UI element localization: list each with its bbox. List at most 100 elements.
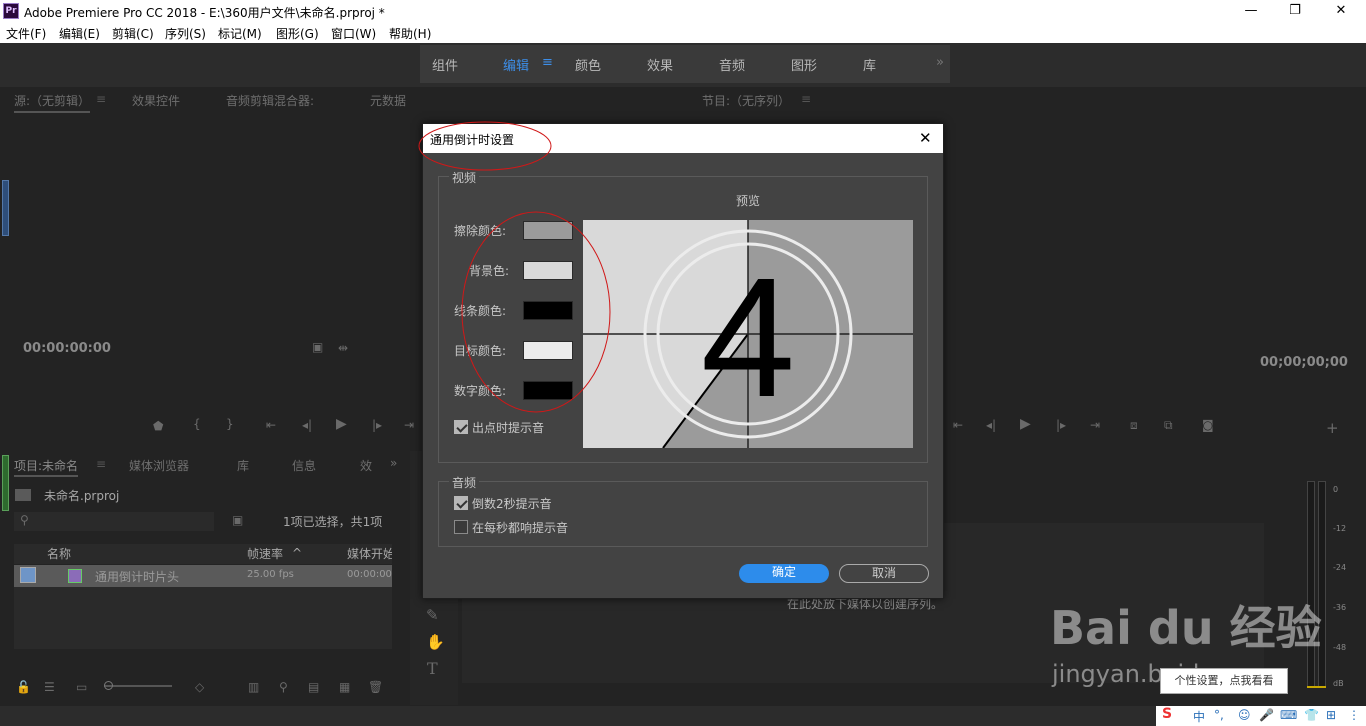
menu-marker[interactable]: 标记(M): [218, 25, 262, 42]
ws-tab-graphics[interactable]: 图形: [791, 55, 817, 74]
ime-mode[interactable]: 中: [1193, 708, 1205, 725]
tab-libraries[interactable]: 库: [237, 457, 249, 474]
ws-tab-audio[interactable]: 音频: [719, 55, 745, 74]
label-color-swatch[interactable]: [20, 567, 36, 583]
lock-icon[interactable]: 🔓: [16, 680, 31, 694]
tab-effects[interactable]: 效: [360, 457, 372, 474]
menu-graphics[interactable]: 图形(G): [276, 25, 319, 42]
menu-sequence[interactable]: 序列(S): [165, 25, 206, 42]
ws-tab-libraries[interactable]: 库: [863, 55, 876, 74]
list-view-icon[interactable]: ☰: [44, 680, 55, 694]
project-search-input[interactable]: [14, 512, 214, 531]
dialog-close-icon[interactable]: ✕: [919, 129, 932, 147]
program-go-to-in-icon[interactable]: ⇤: [953, 418, 963, 432]
lift-icon[interactable]: ⧈: [1130, 418, 1138, 433]
background-color-swatch[interactable]: [523, 261, 573, 280]
zoom-slider-handle[interactable]: [104, 681, 113, 690]
keyboard-icon[interactable]: ⌨: [1280, 708, 1297, 722]
pen-tool-icon[interactable]: ✎: [426, 606, 439, 624]
project-more-icon[interactable]: »: [390, 456, 397, 470]
program-step-forward-icon[interactable]: |▸: [1056, 418, 1066, 432]
hand-tool-icon[interactable]: ✋: [426, 633, 445, 651]
menu-file[interactable]: 文件(F): [6, 25, 46, 42]
restore-icon[interactable]: ❐: [1280, 2, 1310, 20]
ws-tab-assembly[interactable]: 组件: [432, 55, 458, 74]
new-bin-from-search-icon[interactable]: ▣: [232, 513, 243, 527]
tab-source[interactable]: 源:（无剪辑）: [14, 92, 91, 113]
tab-audio-clip-mixer[interactable]: 音频剪辑混合器:: [226, 92, 314, 109]
type-tool-icon[interactable]: T: [427, 659, 438, 678]
folder-icon: [15, 489, 31, 501]
tab-info[interactable]: 信息: [292, 457, 316, 474]
program-step-back-icon[interactable]: ◂|: [986, 418, 996, 432]
extract-icon[interactable]: ⧉: [1164, 418, 1173, 433]
sort-icon[interactable]: ◇: [195, 680, 204, 694]
program-go-to-out-icon[interactable]: ⇥: [1090, 418, 1100, 432]
project-scroll-handle[interactable]: [2, 455, 9, 511]
sogou-ime-icon[interactable]: S: [1162, 706, 1172, 722]
new-bin-icon[interactable]: ▤: [308, 680, 319, 694]
icon-view-icon[interactable]: ▭: [76, 680, 87, 694]
tab-project[interactable]: 项目:未命名: [14, 457, 79, 477]
minimize-icon[interactable]: —: [1236, 2, 1266, 20]
line-color-swatch[interactable]: [523, 301, 573, 320]
menu-clip[interactable]: 剪辑(C): [112, 25, 154, 42]
ws-tab-editing[interactable]: 编辑: [503, 55, 529, 74]
tab-menu-icon[interactable]: ≡: [96, 92, 106, 106]
col-name[interactable]: 名称: [47, 545, 71, 562]
wipe-color-swatch[interactable]: [523, 221, 573, 240]
menu-help[interactable]: 帮助(H): [389, 25, 431, 42]
menu-window[interactable]: 窗口(W): [331, 25, 376, 42]
tab-media-browser[interactable]: 媒体浏览器: [129, 457, 189, 474]
ws-more-icon[interactable]: »: [936, 55, 944, 70]
go-to-out-icon[interactable]: ⇥: [404, 418, 414, 432]
emoji-icon[interactable]: ☺: [1238, 708, 1251, 722]
export-frame-icon[interactable]: ◙: [1202, 418, 1214, 432]
source-insert-icon[interactable]: ⇹: [338, 341, 348, 355]
target-color-swatch[interactable]: [523, 341, 573, 360]
two-second-beep-checkbox[interactable]: [454, 496, 468, 510]
find-icon[interactable]: ⚲: [279, 680, 288, 694]
cue-out-checkbox[interactable]: [454, 420, 468, 434]
meter-floor: [1307, 686, 1326, 688]
beep-each-second-checkbox[interactable]: [454, 520, 468, 534]
new-item-icon[interactable]: ▦: [339, 680, 350, 694]
menu-edit[interactable]: 编辑(E): [59, 25, 100, 42]
tab-effect-controls[interactable]: 效果控件: [132, 92, 180, 109]
mark-in-icon[interactable]: {: [193, 417, 201, 431]
play-icon[interactable]: ▶: [336, 416, 347, 432]
tab-metadata[interactable]: 元数据: [370, 92, 406, 109]
voice-icon[interactable]: 🎤: [1259, 708, 1274, 722]
step-back-icon[interactable]: ◂|: [302, 418, 312, 432]
zoom-slider[interactable]: [104, 685, 172, 687]
col-frame-rate[interactable]: 帧速率: [247, 545, 283, 562]
button-editor-icon[interactable]: +: [1326, 419, 1339, 437]
program-play-icon[interactable]: ▶: [1020, 416, 1031, 432]
punctuation-icon[interactable]: °,: [1214, 708, 1224, 722]
col-media-start[interactable]: 媒体开始: [347, 545, 392, 562]
toolbox-icon[interactable]: ⊞: [1326, 708, 1336, 722]
automate-icon[interactable]: ▥: [248, 680, 259, 694]
mark-out-icon[interactable]: }: [226, 417, 234, 431]
go-to-in-icon[interactable]: ⇤: [266, 418, 276, 432]
add-marker-icon[interactable]: ⬟: [153, 419, 163, 433]
program-menu-icon[interactable]: ≡: [801, 92, 811, 106]
skin-icon[interactable]: 👕: [1304, 708, 1319, 722]
cancel-button[interactable]: 取消: [839, 564, 929, 583]
source-scroll-handle[interactable]: [2, 180, 9, 236]
source-settings-icon[interactable]: ▣: [312, 340, 323, 354]
sort-ascending-icon[interactable]: ^: [292, 546, 302, 560]
digit-color-swatch[interactable]: [523, 381, 573, 400]
ws-menu-icon[interactable]: ≡: [542, 55, 553, 70]
ws-tab-effects[interactable]: 效果: [647, 55, 673, 74]
close-window-icon[interactable]: ✕: [1326, 2, 1356, 20]
ok-button[interactable]: 确定: [739, 564, 829, 583]
clear-icon[interactable]: 🗑: [368, 680, 383, 694]
audio-group-label: 音频: [449, 474, 480, 491]
workspace-tabs: 组件 编辑 ≡ 颜色 效果 音频 图形 库 »: [420, 45, 950, 83]
more-grid-icon[interactable]: ⋮: [1348, 708, 1360, 722]
ws-tab-color[interactable]: 颜色: [575, 55, 601, 74]
project-menu-icon[interactable]: ≡: [96, 457, 106, 471]
tab-program[interactable]: 节目:（无序列）: [702, 92, 790, 109]
step-forward-icon[interactable]: |▸: [372, 418, 382, 432]
